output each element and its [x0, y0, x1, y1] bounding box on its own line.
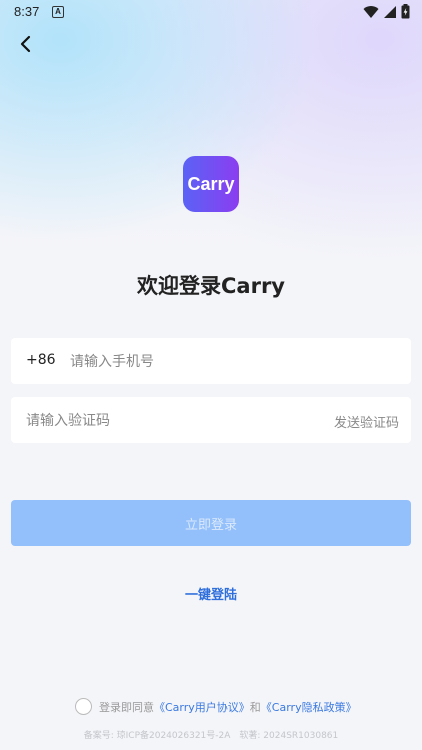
app-logo: Carry — [183, 156, 239, 212]
chevron-left-icon — [20, 35, 31, 53]
phone-field: +86 — [11, 338, 411, 384]
verification-code-field: 发送验证码 — [11, 397, 411, 443]
status-time: 8:37 — [14, 4, 40, 19]
login-button-label: 立即登录 — [184, 517, 237, 533]
app-logo-text: Carry — [187, 173, 235, 194]
signal-icon — [384, 5, 396, 18]
verification-code-input[interactable] — [24, 410, 308, 432]
wifi-icon — [363, 5, 379, 18]
agreement-checkbox[interactable] — [75, 698, 92, 715]
privacy-policy-link[interactable]: 《Carry隐私政策》 — [261, 699, 357, 715]
one-key-login-link[interactable]: 一键登陆 — [0, 584, 422, 603]
phone-input[interactable] — [68, 351, 392, 373]
agreement-row: 登录即同意 《Carry用户协议》 和 《Carry隐私政策》 — [75, 698, 357, 715]
login-button[interactable]: 立即登录 — [11, 500, 411, 546]
send-code-button[interactable]: 发送验证码 — [334, 412, 399, 431]
status-icons — [363, 4, 410, 19]
status-bar: 8:37 A — [0, 0, 422, 24]
record-info: 备案号: 琼ICP备2024026321号-2A 软著: 2024SR10308… — [83, 731, 339, 741]
user-agreement-link[interactable]: 《Carry用户协议》 — [154, 699, 250, 715]
agreement-and: 和 — [249, 700, 261, 714]
background-gradient — [0, 0, 422, 260]
notification-icon: A — [52, 6, 64, 18]
agreement-prefix: 登录即同意 — [99, 700, 154, 714]
battery-icon — [401, 4, 410, 19]
page-title: 欢迎登录Carry — [137, 274, 285, 298]
back-button[interactable] — [14, 32, 38, 56]
country-code-prefix[interactable]: +86 — [26, 352, 56, 368]
